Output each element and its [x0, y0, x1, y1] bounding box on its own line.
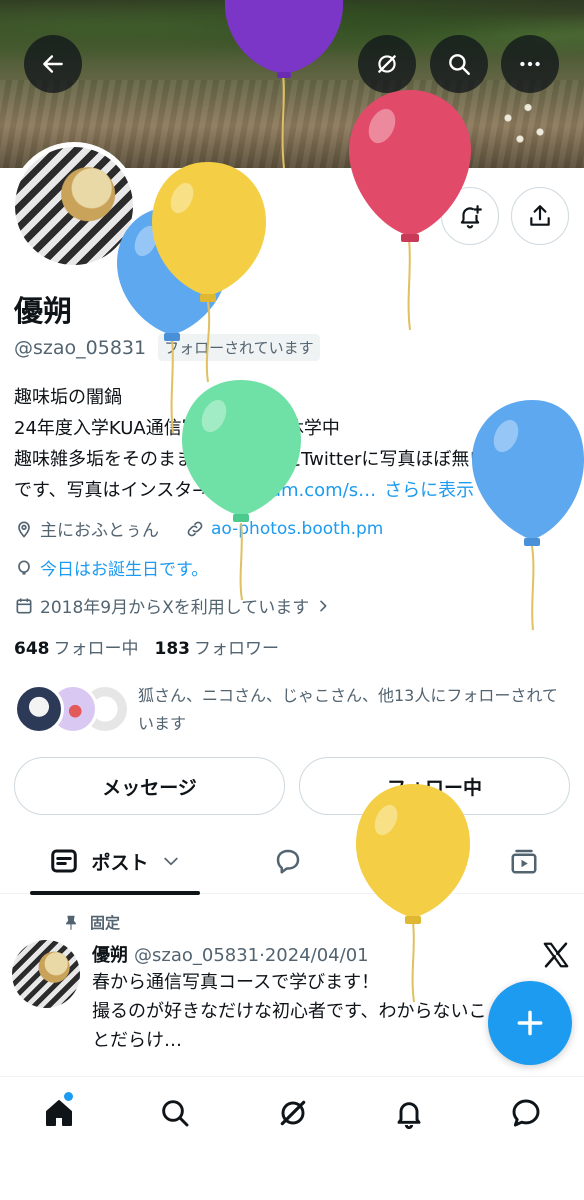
nav-home[interactable] [39, 1093, 79, 1133]
repost-icon [396, 849, 420, 873]
post-header: 優朔 @szao_05831·2024/04/01 [92, 941, 369, 967]
notify-button[interactable] [441, 187, 499, 245]
nav-grok[interactable] [273, 1093, 313, 1133]
compose-button[interactable] [488, 981, 572, 1065]
posts-icon [51, 849, 78, 873]
bio-line: 趣味雑多垢をそのまま使ってるゆえTwitterに写真ほぼ無い [14, 449, 488, 470]
video-icon [511, 849, 537, 874]
plus-icon [517, 1010, 543, 1036]
link-icon [187, 521, 203, 536]
handle-row: @szao_05831 フォローされています [14, 334, 320, 361]
bio-instagram-link[interactable]: instagram.com/s… [207, 480, 376, 501]
message-button[interactable]: メッセージ [14, 757, 285, 815]
reply-icon [276, 849, 300, 874]
pinned-label: 固定 [90, 914, 121, 932]
bottom-nav [0, 1076, 584, 1200]
followers-label: フォロワー [194, 639, 279, 659]
joined-row[interactable]: 2018年9月からXを利用しています [14, 593, 331, 618]
message-icon [512, 1099, 540, 1127]
following-label: フォロー中 [53, 639, 139, 659]
grok-icon [280, 1100, 306, 1126]
bell-icon [397, 1102, 421, 1129]
post-text[interactable]: 春から通信写真コースで学びます！ 撮るのが好きなだけな初心者です、わからないこ … [92, 968, 492, 1055]
following-button[interactable]: フォロー中 [299, 757, 570, 815]
chevron-down-icon [163, 857, 178, 866]
pin-icon [65, 915, 77, 930]
tab-posts-label: ポスト [91, 851, 149, 874]
following-count-link[interactable]: 648 フォロー中 [14, 634, 139, 659]
banner-foliage [0, 0, 584, 70]
active-tab-indicator [30, 891, 200, 895]
nav-notifications[interactable] [389, 1093, 429, 1133]
bio-line-last: です、写真はインスタ→instagram.com/s… さらに表示 [14, 475, 574, 506]
search-icon [449, 54, 470, 75]
home-notification-dot [64, 1092, 73, 1101]
grok-icon [378, 55, 396, 73]
post-handle-date: @szao_05831·2024/04/01 [134, 945, 369, 966]
balloon-icon [18, 560, 30, 575]
followed-by-avatars [14, 682, 130, 736]
joined-text: 2018年9月からXを利用しています [40, 598, 310, 618]
post-avatar[interactable] [12, 940, 80, 1008]
bell-plus-icon [460, 205, 482, 229]
nav-search[interactable] [155, 1093, 195, 1133]
share-icon [530, 205, 550, 226]
bio-line: 24年度入学KUA通信写真コース※休学中 [14, 418, 340, 439]
see-more-link[interactable]: さらに表示 [384, 480, 474, 501]
back-button[interactable] [24, 35, 82, 93]
follows-you-badge: フォローされています [158, 334, 320, 361]
tab-posts[interactable]: ポスト [30, 828, 200, 895]
grok-button[interactable] [358, 35, 416, 93]
tab-replies[interactable] [258, 828, 318, 894]
tab-media[interactable] [494, 828, 554, 894]
location-website-row: 主におふとぅん ao-photos.booth.pm [14, 516, 383, 541]
followed-by[interactable]: 狐さん、ニコさん、じゃこさん、他13人にフォローされています [14, 682, 568, 738]
chevron-right-icon [320, 600, 327, 611]
banner-flowers [484, 90, 564, 160]
more-horizontal-icon [520, 61, 540, 67]
pinned-indicator: 固定 [62, 912, 120, 933]
more-button[interactable] [501, 35, 559, 93]
birthday-row: 今日はお誕生日です。 [14, 555, 208, 580]
x-logo-icon [543, 942, 569, 968]
location-text: 主におふとぅん [40, 521, 159, 541]
bio-text: です、写真はインスタ→ [14, 480, 208, 501]
following-count: 648 [14, 639, 50, 659]
followers-count-link[interactable]: 183 フォロワー [155, 634, 280, 659]
location-icon [18, 521, 30, 538]
followed-by-text: 狐さん、ニコさん、じゃこさん、他13人にフォローされています [138, 686, 558, 733]
profile-name: 優朔 [14, 294, 73, 328]
follow-counts: 648 フォロー中 183 フォロワー [14, 634, 279, 659]
home-icon [46, 1100, 72, 1126]
website-link[interactable]: ao-photos.booth.pm [211, 519, 383, 539]
search-button[interactable] [430, 35, 488, 93]
bio-line: 趣味垢の闇鍋 [14, 387, 122, 408]
calendar-icon [16, 598, 32, 613]
avatar [14, 684, 64, 734]
post-author[interactable]: 優朔 [92, 945, 128, 966]
birthday-text: 今日はお誕生日です。 [40, 560, 209, 580]
nav-messages[interactable] [506, 1093, 546, 1133]
profile-bio: 趣味垢の闇鍋 24年度入学KUA通信写真コース※休学中 趣味雑多垢をそのまま使っ… [14, 382, 574, 506]
arrow-left-icon [43, 55, 63, 73]
profile-handle: @szao_05831 [14, 336, 147, 359]
tab-reposts[interactable] [378, 828, 438, 894]
share-button[interactable] [511, 187, 569, 245]
profile-avatar[interactable] [10, 142, 138, 270]
profile-tabs: ポスト [0, 828, 584, 895]
search-icon [162, 1100, 189, 1127]
followers-count: 183 [154, 639, 191, 659]
